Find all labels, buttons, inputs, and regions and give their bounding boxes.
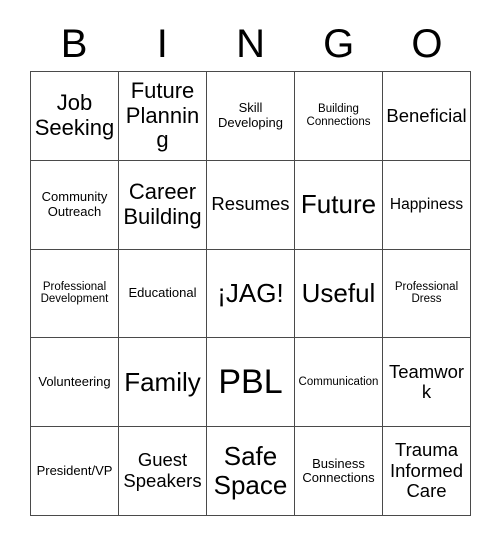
- bingo-cell-label: Resumes: [211, 193, 290, 215]
- bingo-cell-label: PBL: [218, 363, 283, 402]
- bingo-cell[interactable]: Educational: [119, 249, 207, 339]
- bingo-cell[interactable]: Future Planning: [119, 72, 207, 161]
- bingo-cell-label: Volunteering: [38, 374, 111, 390]
- bingo-cell-label: Community Outreach: [41, 189, 108, 219]
- bingo-cell-label: Safe Space: [213, 440, 288, 501]
- bingo-cell-label: Educational: [128, 285, 197, 301]
- bingo-cell-label: Family: [124, 366, 201, 397]
- bingo-header: B I N G O: [30, 18, 471, 70]
- bingo-cell[interactable]: Community Outreach: [31, 160, 119, 250]
- bingo-cell-label: Building Connections: [306, 103, 371, 128]
- header-letter-n: N: [236, 22, 265, 66]
- bingo-cell-label: Teamwork: [388, 360, 465, 403]
- bingo-cell[interactable]: Business Connections: [295, 427, 383, 516]
- bingo-grid: Job Seeking Future Planning Skill Develo…: [30, 71, 471, 516]
- bingo-cell[interactable]: Job Seeking: [31, 72, 119, 161]
- bingo-cell-label: Useful: [301, 277, 376, 308]
- bingo-cell-label: Business Connections: [302, 455, 375, 486]
- bingo-cell[interactable]: Future: [295, 160, 383, 250]
- bingo-cell[interactable]: Career Building: [119, 160, 207, 250]
- bingo-cell[interactable]: Volunteering: [31, 338, 119, 428]
- bingo-cell[interactable]: Guest Speakers: [119, 427, 207, 516]
- bingo-cell[interactable]: Professional Development: [31, 249, 119, 339]
- bingo-cell[interactable]: Useful: [295, 249, 383, 339]
- header-letter-i: I: [156, 22, 168, 66]
- bingo-cell[interactable]: Happiness: [383, 160, 471, 250]
- bingo-cell-free-space[interactable]: ¡JAG!: [207, 249, 295, 339]
- bingo-cell[interactable]: Skill Developing: [207, 72, 295, 161]
- bingo-cell-label: ¡JAG!: [217, 277, 284, 308]
- bingo-cell-label: Professional Dress: [394, 280, 459, 306]
- bingo-cell[interactable]: President/VP: [31, 427, 119, 516]
- bingo-cell-label: Future Planning: [125, 77, 200, 153]
- header-letter-o: O: [411, 22, 443, 66]
- bingo-cell[interactable]: Professional Dress: [383, 249, 471, 339]
- header-letter-g: G: [323, 22, 355, 66]
- bingo-cell[interactable]: Teamwork: [383, 338, 471, 428]
- bingo-cell-label: Communication: [298, 375, 379, 388]
- bingo-cell-label: Career Building: [123, 179, 202, 229]
- bingo-cell[interactable]: Building Connections: [295, 72, 383, 161]
- bingo-cell-label: Job Seeking: [34, 90, 115, 140]
- bingo-cell-label: President/VP: [36, 462, 113, 478]
- bingo-cell[interactable]: Safe Space: [207, 427, 295, 516]
- bingo-cell-label: Happiness: [389, 196, 464, 214]
- bingo-cell[interactable]: Resumes: [207, 160, 295, 250]
- bingo-card: B I N G O Job Seeking Future Planning Sk…: [0, 0, 500, 544]
- bingo-cell-label: Trauma Informed Care: [389, 439, 463, 502]
- bingo-cell-label: Professional Development: [40, 280, 109, 306]
- bingo-cell-label: Skill Developing: [217, 100, 284, 130]
- bingo-cell-label: Guest Speakers: [123, 449, 202, 492]
- bingo-cell[interactable]: Communication: [295, 338, 383, 428]
- bingo-cell-label: Future: [300, 189, 377, 220]
- bingo-cell[interactable]: Trauma Informed Care: [383, 427, 471, 516]
- bingo-cell-label: Beneficial: [386, 104, 467, 126]
- bingo-cell[interactable]: Family: [119, 338, 207, 428]
- bingo-cell[interactable]: PBL: [207, 338, 295, 428]
- header-letter-b: B: [60, 22, 88, 66]
- bingo-cell[interactable]: Beneficial: [383, 72, 471, 161]
